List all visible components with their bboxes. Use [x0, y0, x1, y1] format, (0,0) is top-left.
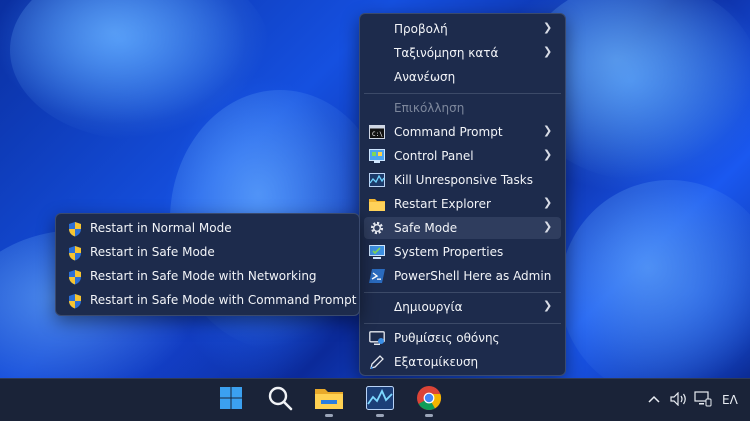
gear-icon	[369, 220, 385, 236]
menu-item-refresh[interactable]: Ανανέωση	[364, 66, 561, 88]
menu-separator	[364, 292, 561, 293]
submenu-item-restart-safe-networking[interactable]: Restart in Safe Mode with Networking	[60, 266, 355, 288]
powershell-icon	[369, 268, 385, 284]
chrome-button[interactable]	[411, 382, 447, 418]
uac-shield-icon	[67, 269, 83, 285]
menu-item-command-prompt[interactable]: C:\ Command Prompt ❯	[364, 121, 561, 143]
chevron-right-icon: ❯	[543, 45, 553, 58]
file-explorer-icon	[315, 386, 343, 414]
system-tray: ΕΛ	[648, 379, 738, 421]
chevron-right-icon: ❯	[543, 220, 553, 233]
chevron-right-icon: ❯	[543, 124, 553, 137]
input-language-indicator[interactable]: ΕΛ	[722, 393, 738, 407]
task-manager-button[interactable]	[362, 382, 398, 418]
menu-item-personalize[interactable]: Εξατομίκευση	[364, 351, 561, 373]
menu-item-powershell-admin[interactable]: PowerShell Here as Admin	[364, 265, 561, 287]
start-button[interactable]	[213, 382, 249, 418]
file-explorer-button[interactable]	[311, 382, 347, 418]
running-indicator	[325, 414, 333, 417]
chevron-up-icon[interactable]	[648, 393, 666, 407]
taskbar: ΕΛ	[0, 378, 750, 421]
menu-item-sort-by[interactable]: Ταξινόμηση κατά ❯	[364, 42, 561, 64]
menu-item-display-settings[interactable]: Ρυθμίσεις οθόνης	[364, 327, 561, 349]
search-icon	[267, 385, 293, 415]
chevron-right-icon: ❯	[543, 196, 553, 209]
uac-shield-icon	[67, 221, 83, 237]
menu-item-label: Εξατομίκευση	[394, 355, 479, 369]
uac-shield-icon	[67, 293, 83, 309]
chevron-right-icon: ❯	[543, 21, 553, 34]
desktop-context-menu: Προβολή ❯ Ταξινόμηση κατά ❯ Ανανέωση Επι…	[359, 13, 566, 376]
menu-item-label: Επικόλληση	[394, 101, 465, 115]
control-panel-icon	[369, 148, 385, 164]
submenu-item-restart-safe[interactable]: Restart in Safe Mode	[60, 242, 355, 264]
menu-separator	[364, 93, 561, 94]
menu-item-label: Safe Mode	[394, 221, 458, 235]
task-manager-icon	[366, 386, 394, 414]
menu-item-new[interactable]: Δημιουργία ❯	[364, 296, 561, 318]
speaker-icon[interactable]	[670, 391, 692, 409]
start-icon	[219, 386, 243, 414]
cmd-icon: C:\	[369, 124, 385, 140]
submenu-item-label: Restart in Safe Mode	[90, 245, 215, 259]
menu-item-system-properties[interactable]: System Properties	[364, 241, 561, 263]
menu-separator	[364, 323, 561, 324]
menu-item-view[interactable]: Προβολή ❯	[364, 18, 561, 40]
running-indicator	[376, 414, 384, 417]
menu-item-label: Δημιουργία	[394, 300, 463, 314]
menu-item-label: Ανανέωση	[394, 70, 456, 84]
notification-icon[interactable]	[694, 390, 716, 410]
uac-shield-icon	[67, 245, 83, 261]
chevron-right-icon: ❯	[543, 148, 553, 161]
safe-mode-submenu: Restart in Normal Mode Restart in Safe M…	[55, 213, 360, 316]
menu-item-label: Kill Unresponsive Tasks	[394, 173, 533, 187]
menu-item-label: Control Panel	[394, 149, 474, 163]
menu-item-label: Ταξινόμηση κατά	[394, 46, 499, 60]
search-button[interactable]	[262, 382, 298, 418]
menu-item-control-panel[interactable]: Control Panel ❯	[364, 145, 561, 167]
menu-item-label: System Properties	[394, 245, 504, 259]
display-settings-icon	[369, 330, 385, 346]
task-manager-icon	[369, 172, 385, 188]
menu-item-label: Προβολή	[394, 22, 448, 36]
menu-item-label: PowerShell Here as Admin	[394, 269, 552, 283]
menu-item-label: Restart Explorer	[394, 197, 491, 211]
svg-text:C:\: C:\	[372, 131, 383, 138]
submenu-item-label: Restart in Normal Mode	[90, 221, 232, 235]
submenu-item-label: Restart in Safe Mode with Command Prompt	[90, 293, 357, 307]
menu-item-kill-unresponsive-tasks[interactable]: Kill Unresponsive Tasks	[364, 169, 561, 191]
menu-item-label: Ρυθμίσεις οθόνης	[394, 331, 500, 345]
running-indicator	[425, 414, 433, 417]
system-properties-icon	[369, 244, 385, 260]
submenu-item-label: Restart in Safe Mode with Networking	[90, 269, 317, 283]
pen-icon	[369, 354, 385, 370]
submenu-item-restart-normal[interactable]: Restart in Normal Mode	[60, 218, 355, 240]
chrome-icon	[416, 385, 442, 415]
menu-item-label: Command Prompt	[394, 125, 503, 139]
folder-icon	[369, 196, 385, 212]
submenu-item-restart-safe-cmd[interactable]: Restart in Safe Mode with Command Prompt	[60, 290, 357, 312]
menu-item-restart-explorer[interactable]: Restart Explorer ❯	[364, 193, 561, 215]
chevron-right-icon: ❯	[543, 299, 553, 312]
menu-item-safe-mode[interactable]: Safe Mode ❯	[364, 217, 561, 239]
menu-item-paste: Επικόλληση	[364, 97, 561, 119]
